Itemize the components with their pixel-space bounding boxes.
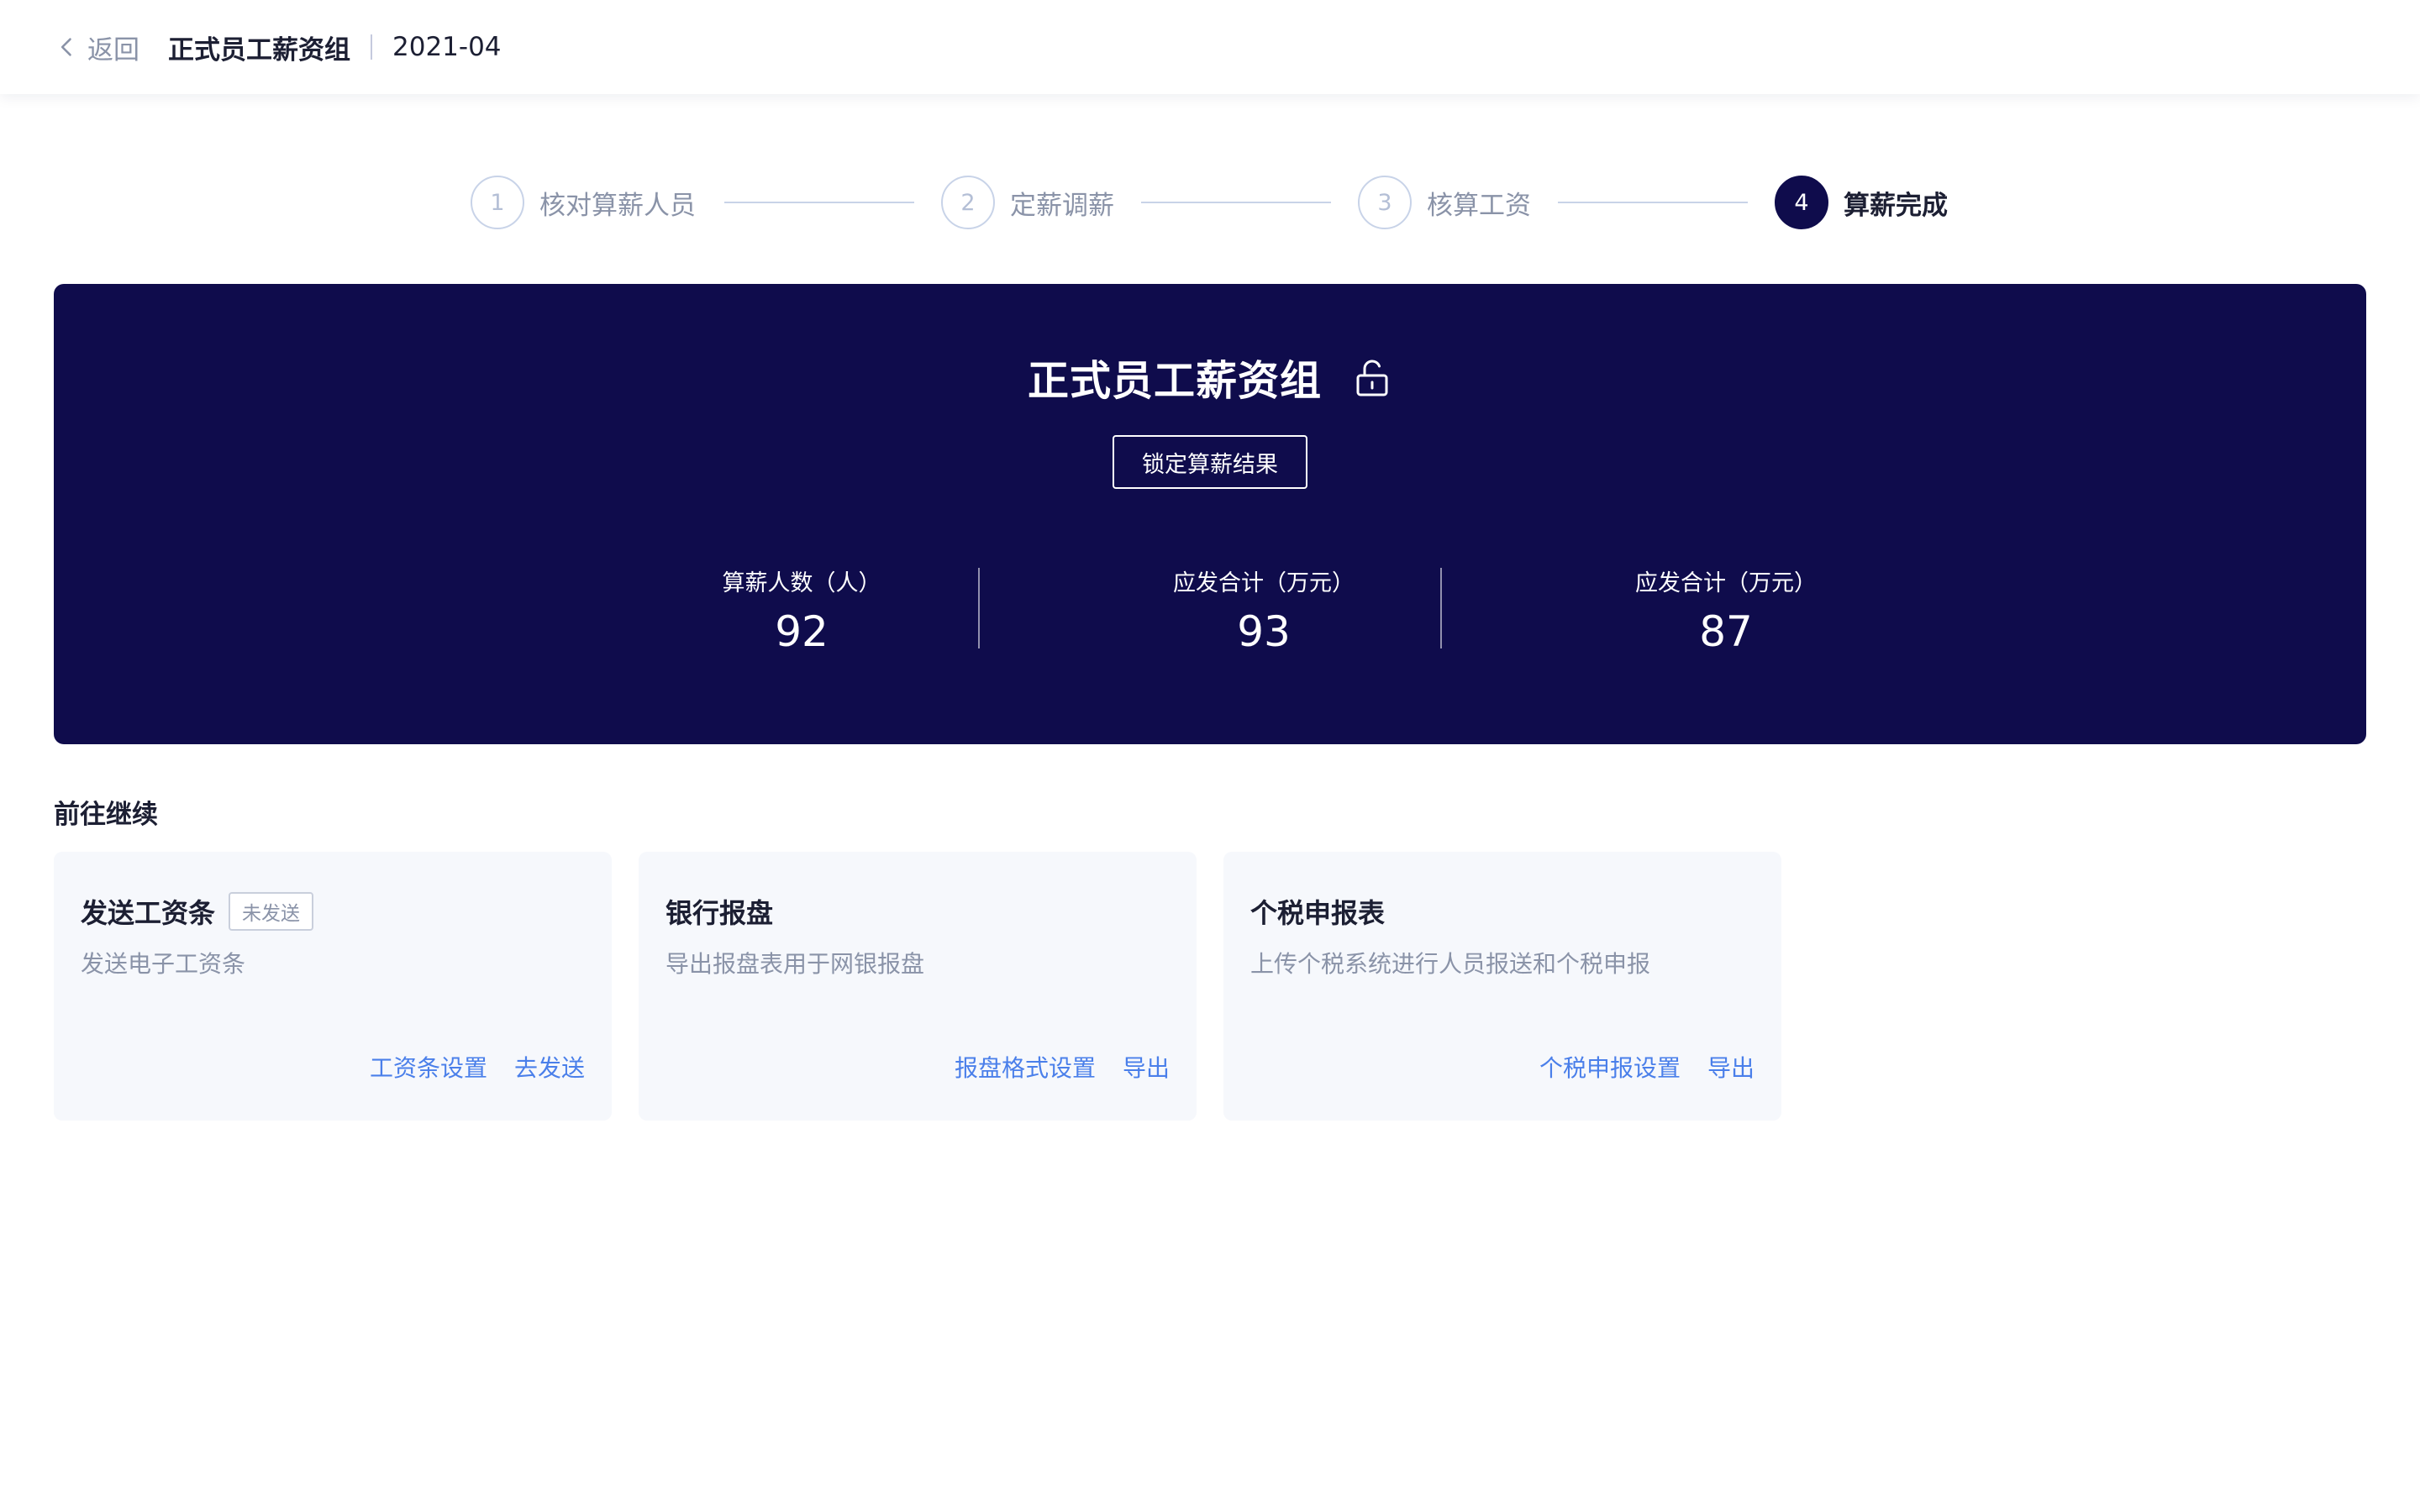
top-header: 返回 正式员工薪资组 2021-04: [0, 0, 2420, 94]
step-number: 3: [1358, 176, 1412, 229]
card-actions: 工资条设置 去发送: [370, 1050, 585, 1084]
stat-divider: [1440, 568, 1442, 648]
stat-divider: [978, 568, 980, 648]
tax-declaration-settings-link[interactable]: 个税申报设置: [1539, 1050, 1681, 1084]
card-actions: 报盘格式设置 导出: [955, 1050, 1170, 1084]
step-calculate-salary: 3 核算工资: [1358, 173, 1531, 232]
unlock-icon[interactable]: [1352, 358, 1392, 398]
export-link[interactable]: 导出: [1707, 1050, 1754, 1084]
card-title: 发送工资条: [81, 897, 216, 929]
card-header: 个税申报表: [1250, 892, 1385, 931]
stat-value: 87: [1699, 607, 1753, 656]
step-connector: [724, 202, 914, 203]
step-label: 核算工资: [1427, 190, 1531, 221]
back-button[interactable]: 返回: [55, 29, 139, 66]
step-connector: [1558, 202, 1748, 203]
go-send-link[interactable]: 去发送: [514, 1050, 585, 1084]
card-title: 个税申报表: [1250, 897, 1386, 929]
header-divider: [371, 34, 372, 60]
stat-value: 93: [1237, 607, 1291, 656]
step-label: 定薪调薪: [1010, 190, 1114, 221]
lock-result-button[interactable]: 锁定算薪结果: [1113, 435, 1307, 489]
summary-banner: 正式员工薪资组 锁定算薪结果 算薪人数（人） 92 应发合计（万元） 93 应发…: [54, 284, 2366, 744]
status-badge: 未发送: [229, 892, 314, 931]
card-title: 银行报盘: [666, 897, 774, 929]
stat-payable-total-2: 应发合计（万元） 87: [1558, 564, 1894, 656]
card-description: 发送电子工资条: [81, 950, 246, 978]
card-description: 上传个税系统进行人员报送和个税申报: [1250, 950, 1651, 978]
step-label: 核对算薪人员: [539, 190, 696, 221]
chevron-left-icon: [60, 38, 71, 56]
section-title: 前往继续: [54, 800, 158, 830]
step-connector: [1141, 202, 1331, 203]
offer-format-settings-link[interactable]: 报盘格式设置: [955, 1050, 1096, 1084]
card-tax-declaration: 个税申报表 上传个税系统进行人员报送和个税申报 个税申报设置 导出: [1223, 852, 1781, 1121]
step-verify-staff: 1 核对算薪人员: [471, 173, 696, 232]
payroll-period: 2021-04: [392, 32, 502, 62]
banner-title-row: 正式员工薪资组: [54, 348, 2366, 407]
step-number: 1: [471, 176, 524, 229]
stat-label: 算薪人数（人）: [722, 570, 881, 596]
progress-steps: 1 核对算薪人员 2 定薪调薪 3 核算工资 4 算薪完成: [0, 173, 2420, 232]
step-complete: 4 算薪完成: [1775, 173, 1948, 232]
card-description: 导出报盘表用于网银报盘: [666, 950, 925, 978]
export-link[interactable]: 导出: [1123, 1050, 1170, 1084]
page-title: 正式员工薪资组: [168, 34, 350, 66]
banner-title: 正式员工薪资组: [1027, 357, 1322, 405]
stat-headcount: 算薪人数（人） 92: [634, 564, 970, 656]
stat-payable-total: 应发合计（万元） 93: [1096, 564, 1432, 656]
step-salary-adjust: 2 定薪调薪: [941, 173, 1114, 232]
step-number: 4: [1775, 176, 1828, 229]
back-label: 返回: [87, 34, 139, 66]
card-bank-offer: 银行报盘 导出报盘表用于网银报盘 报盘格式设置 导出: [639, 852, 1197, 1121]
step-label: 算薪完成: [1844, 190, 1948, 221]
step-number: 2: [941, 176, 995, 229]
stat-label: 应发合计（万元）: [1173, 570, 1355, 596]
card-header: 银行报盘: [666, 892, 773, 931]
stat-value: 92: [775, 607, 829, 656]
card-actions: 个税申报设置 导出: [1539, 1050, 1754, 1084]
card-header: 发送工资条 未发送: [81, 892, 314, 931]
payslip-settings-link[interactable]: 工资条设置: [370, 1050, 487, 1084]
stat-label: 应发合计（万元）: [1635, 570, 1817, 596]
card-send-payslip: 发送工资条 未发送 发送电子工资条 工资条设置 去发送: [54, 852, 612, 1121]
